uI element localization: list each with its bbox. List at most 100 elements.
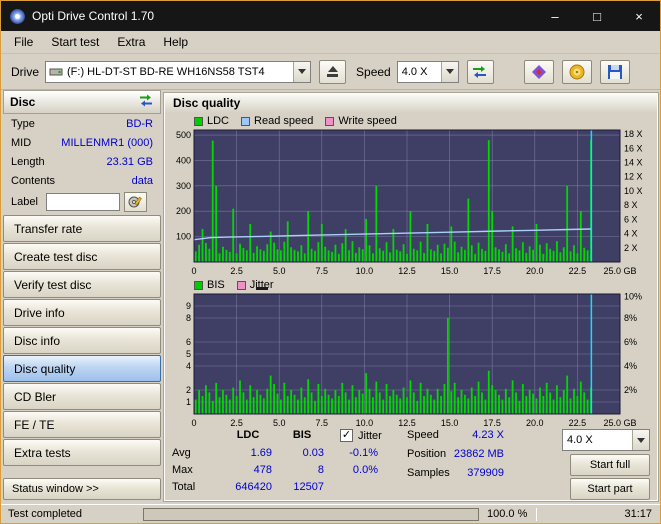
contents-data-link[interactable]: data — [132, 175, 153, 187]
speed-select[interactable]: 4.0 X — [396, 60, 459, 83]
start-part-button[interactable]: Start part — [570, 478, 650, 500]
disc-quality-panel: Disc quality LDC Read speed Write speed … — [163, 92, 659, 502]
disc-utility-button[interactable] — [523, 59, 554, 84]
menu-start-test[interactable]: Start test — [42, 32, 108, 52]
svg-text:4%: 4% — [624, 361, 637, 371]
status-window-label: Status window >> — [12, 483, 99, 495]
total-row-label: Total — [172, 481, 196, 493]
svg-text:5.0: 5.0 — [273, 266, 286, 276]
svg-text:8%: 8% — [624, 313, 637, 323]
sidebar-item-label: Extra tests — [14, 445, 71, 460]
sidebar: Disc Type BD-R MID MILLENMR1 (000) Lengt… — [3, 90, 161, 504]
rescan-disc-button[interactable] — [139, 94, 154, 110]
refresh-arrows-icon — [473, 65, 487, 78]
sidebar-item-extra-tests[interactable]: Extra tests — [3, 439, 161, 466]
bis-swatch — [194, 280, 203, 290]
drive-dropdown-arrow[interactable] — [293, 61, 311, 82]
avg-bis-value: 0.03 — [302, 447, 324, 459]
eject-button[interactable] — [319, 59, 347, 84]
svg-text:4 X: 4 X — [624, 229, 638, 239]
svg-text:15.0: 15.0 — [441, 266, 459, 276]
refresh-speeds-button[interactable] — [466, 59, 494, 84]
sidebar-item-verify-test-disc[interactable]: Verify test disc — [3, 271, 161, 298]
sidebar-item-label: Disc info — [14, 333, 61, 348]
purple-diamond-icon — [531, 64, 546, 79]
test-speed-select[interactable]: 4.0 X — [562, 429, 650, 451]
info-label: Contents — [11, 174, 56, 187]
read-speed-swatch — [241, 116, 251, 126]
sidebar-item-create-test-disc[interactable]: Create test disc — [3, 243, 161, 270]
sidebar-item-label: Verify test disc — [14, 277, 92, 292]
drive-select[interactable]: (F:) HL-DT-ST BD-RE WH16NS58 TST4 — [45, 60, 312, 83]
sidebar-item-label: CD Bler — [14, 389, 57, 404]
bis-column-header: BIS — [292, 429, 312, 441]
sidebar-item-disc-quality[interactable]: Disc quality — [3, 355, 161, 382]
svg-text:25.0 GB: 25.0 GB — [603, 266, 636, 276]
drive-icon — [49, 68, 63, 75]
sidebar-item-drive-info[interactable]: Drive info — [3, 299, 161, 326]
sidebar-item-label: Disc quality — [14, 361, 76, 376]
elapsed-time: 31:17 — [624, 508, 652, 520]
svg-text:10.0: 10.0 — [356, 266, 374, 276]
svg-text:5: 5 — [186, 349, 191, 359]
sidebar-item-fe-te[interactable]: FE / TE — [3, 411, 161, 438]
speed-dropdown-arrow[interactable] — [440, 61, 458, 82]
progress-bar — [143, 507, 479, 521]
stats-area: LDC BIS Avg 1.69 0.03 Max 478 8 Total 64… — [164, 427, 658, 501]
svg-text:20.0: 20.0 — [526, 266, 544, 276]
menu-file[interactable]: File — [5, 32, 42, 52]
sidebar-item-label: Create test disc — [14, 249, 98, 264]
maximize-button[interactable]: □ — [576, 1, 618, 31]
svg-text:8 X: 8 X — [624, 200, 638, 210]
svg-text:2: 2 — [186, 385, 191, 395]
menu-extra[interactable]: Extra — [108, 32, 154, 52]
svg-text:7.5: 7.5 — [316, 266, 329, 276]
speed-stat-label: Speed — [407, 429, 439, 441]
menubar: File Start test Extra Help — [1, 31, 660, 54]
svg-text:12 X: 12 X — [624, 172, 643, 182]
info-row-length: Length 23.31 GB — [3, 152, 161, 171]
total-bis-value: 12507 — [293, 481, 324, 493]
label-row: Label — [3, 190, 161, 214]
test-speed-dropdown-arrow[interactable] — [632, 430, 649, 450]
read-speed-legend-label: Read speed — [254, 115, 314, 127]
close-button[interactable]: × — [618, 1, 660, 31]
progress-percent: 100.0 % — [487, 508, 528, 520]
svg-text:0: 0 — [191, 266, 196, 276]
sidebar-item-transfer-rate[interactable]: Transfer rate — [3, 215, 161, 242]
svg-text:6: 6 — [186, 337, 191, 347]
jitter-checkbox-label: Jitter — [358, 429, 382, 442]
window-title: Opti Drive Control 1.70 — [32, 9, 155, 23]
save-icon — [607, 64, 622, 79]
jitter-checkbox-row: ✓ Jitter — [340, 429, 382, 442]
burn-disc-button[interactable] — [561, 59, 592, 84]
status-window-button[interactable]: Status window >> — [3, 478, 161, 500]
svg-text:500: 500 — [176, 130, 191, 140]
jitter-marker — [256, 287, 268, 290]
jitter-swatch — [236, 280, 246, 290]
test-speed-value: 4.0 X — [567, 434, 593, 446]
jitter-checkbox[interactable]: ✓ — [340, 429, 353, 442]
sidebar-item-disc-info[interactable]: Disc info — [3, 327, 161, 354]
write-speed-legend-label: Write speed — [338, 115, 397, 127]
start-full-button[interactable]: Start full — [570, 454, 650, 476]
write-label-button[interactable] — [123, 192, 147, 212]
avg-ldc-value: 1.69 — [250, 447, 272, 459]
label-caption: Label — [11, 196, 38, 208]
page-title: Disc quality — [165, 94, 657, 113]
sidebar-item-cd-bler[interactable]: CD Bler — [3, 383, 161, 410]
speed-label: Speed — [356, 64, 391, 79]
burn-disc-icon — [569, 64, 585, 79]
disc-header-label: Disc — [10, 95, 36, 109]
max-bis-value: 8 — [317, 464, 324, 476]
write-speed-swatch — [325, 116, 335, 126]
info-row-type: Type BD-R — [3, 114, 161, 133]
save-button[interactable] — [599, 59, 630, 84]
speed-value: 4.0 X — [401, 65, 428, 78]
total-ldc-value: 646420 — [235, 481, 272, 493]
position-stat-label: Position — [407, 448, 447, 460]
disc-label-input[interactable] — [45, 193, 120, 211]
menu-help[interactable]: Help — [154, 32, 197, 52]
svg-text:6 X: 6 X — [624, 214, 638, 224]
minimize-button[interactable]: – — [534, 1, 576, 31]
